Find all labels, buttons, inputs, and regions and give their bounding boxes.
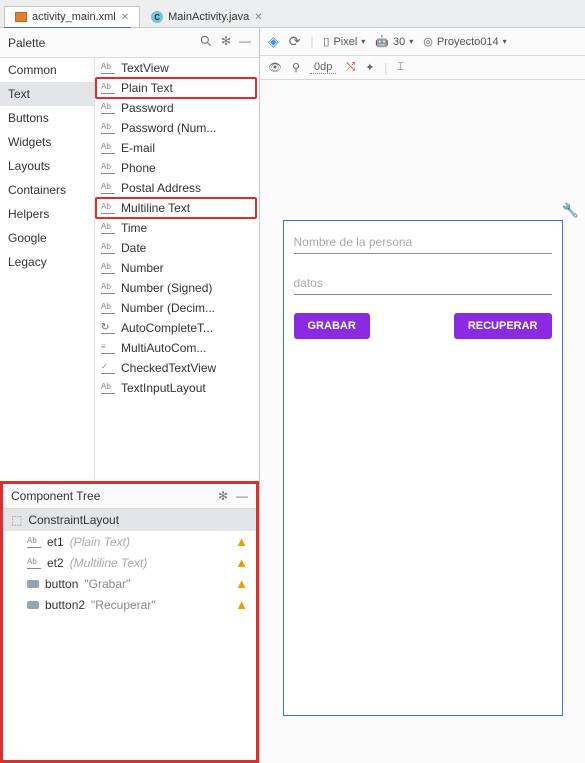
widget-list: AbTextView AbPlain Text AbPassword AbPas… <box>95 58 259 481</box>
category-layouts[interactable]: Layouts <box>0 154 94 178</box>
widget-postal[interactable]: AbPostal Address <box>95 178 259 198</box>
clear-constraints-icon[interactable]: ⤭ <box>346 61 355 74</box>
component-tree-header: Component Tree ✻ — <box>3 484 256 509</box>
preview-button-grabar[interactable]: GRABAR <box>294 313 370 339</box>
preview-button-recuperar[interactable]: RECUPERAR <box>454 313 552 339</box>
category-list: Common Text Buttons Widgets Layouts Cont… <box>0 58 95 481</box>
tree-root[interactable]: ⬚ ConstraintLayout <box>3 509 256 531</box>
widget-textview[interactable]: AbTextView <box>95 58 259 78</box>
api-selector[interactable]: 🤖 30 ▾ <box>375 35 413 48</box>
category-buttons[interactable]: Buttons <box>0 106 94 130</box>
design-toolbar2: 👁 ⚲ 0dp ⤭ ✦ | ⌶ <box>260 56 585 80</box>
tab-xml[interactable]: activity_main.xml ✕ <box>4 6 140 27</box>
widget-multiline[interactable]: AbMultiline Text <box>95 197 257 219</box>
eye-icon[interactable]: 👁 <box>268 61 282 74</box>
canvas[interactable]: 🔧 Nombre de la persona datos GRABAR RECU… <box>260 80 585 763</box>
preview-field-datos[interactable]: datos <box>294 272 552 295</box>
widget-date[interactable]: AbDate <box>95 238 259 258</box>
tab-xml-label: activity_main.xml <box>32 11 116 23</box>
button-icon <box>27 601 39 609</box>
layout-icon: ⬚ <box>11 513 22 527</box>
orientation-icon[interactable]: ⟳ <box>289 33 301 50</box>
close-icon[interactable]: ✕ <box>254 12 262 23</box>
category-common[interactable]: Common <box>0 58 94 82</box>
chevron-down-icon: ▾ <box>503 37 507 46</box>
left-panel: Palette ✻ — Common Text Buttons Widgets … <box>0 28 260 763</box>
category-text[interactable]: Text <box>0 82 94 106</box>
widget-email[interactable]: AbE-mail <box>95 138 259 158</box>
widget-password-num[interactable]: AbPassword (Num... <box>95 118 259 138</box>
magnet-icon[interactable]: ⚲ <box>292 61 300 74</box>
chevron-down-icon: ▾ <box>361 37 365 46</box>
minimize-icon[interactable]: — <box>236 489 248 503</box>
file-tabs: activity_main.xml ✕ C MainActivity.java … <box>0 0 585 28</box>
widget-multiauto[interactable]: ≡MultiAutoCom... <box>95 338 259 358</box>
palette-title: Palette <box>8 36 45 50</box>
android-icon: 🤖 <box>375 35 389 48</box>
chevron-down-icon: ▾ <box>409 37 413 46</box>
palette-header: Palette ✻ — <box>0 28 259 58</box>
search-icon[interactable] <box>199 34 213 51</box>
widget-time[interactable]: AbTime <box>95 218 259 238</box>
widget-password[interactable]: AbPassword <box>95 98 259 118</box>
default-margins[interactable]: 0dp <box>310 61 336 74</box>
category-legacy[interactable]: Legacy <box>0 250 94 274</box>
tree-item-button[interactable]: button "Grabar" ▲ <box>3 573 256 594</box>
close-icon[interactable]: ✕ <box>121 12 129 23</box>
widget-phone[interactable]: AbPhone <box>95 158 259 178</box>
phone-icon: ▯ <box>323 35 329 48</box>
tree-item-button2[interactable]: button2 "Recuperar" ▲ <box>3 594 256 615</box>
java-icon: C <box>151 11 163 23</box>
widget-autocomplete[interactable]: AutoCompleteT... <box>95 318 259 338</box>
widget-textinputlayout[interactable]: AbTextInputLayout <box>95 378 259 398</box>
widget-plaintext[interactable]: AbPlain Text <box>95 77 257 99</box>
xml-icon <box>15 12 27 22</box>
warning-icon: ▲ <box>235 597 248 612</box>
theme-selector[interactable]: ◎ Proyecto014 ▾ <box>423 35 506 48</box>
design-toolbar: ◈ ⟳ | ▯ Pixel ▾ 🤖 30 ▾ ◎ Proyecto014 ▾ <box>260 28 585 56</box>
theme-icon: ◎ <box>423 35 433 48</box>
wrench-icon[interactable]: 🔧 <box>562 202 579 219</box>
widget-number[interactable]: AbNumber <box>95 258 259 278</box>
design-mode-icon[interactable]: ◈ <box>268 33 279 50</box>
widget-number-decim[interactable]: AbNumber (Decim... <box>95 298 259 318</box>
tree-item-et1[interactable]: Ab et1 (Plain Text) ▲ <box>3 531 256 552</box>
tab-java-label: MainActivity.java <box>168 11 249 23</box>
design-surface: ◈ ⟳ | ▯ Pixel ▾ 🤖 30 ▾ ◎ Proyecto014 ▾ 👁… <box>260 28 585 763</box>
infer-constraints-icon[interactable]: ✦ <box>365 61 374 74</box>
button-icon <box>27 580 39 588</box>
category-helpers[interactable]: Helpers <box>0 202 94 226</box>
widget-checkedtext[interactable]: ✓CheckedTextView <box>95 358 259 378</box>
warning-icon: ▲ <box>235 576 248 591</box>
tree-item-et2[interactable]: Ab et2 (Multiline Text) ▲ <box>3 552 256 573</box>
warning-icon: ▲ <box>235 555 248 570</box>
tab-java[interactable]: C MainActivity.java ✕ <box>140 6 274 27</box>
widget-number-signed[interactable]: AbNumber (Signed) <box>95 278 259 298</box>
category-containers[interactable]: Containers <box>0 178 94 202</box>
minimize-icon[interactable]: — <box>239 34 251 51</box>
gear-icon[interactable]: ✻ <box>218 489 228 503</box>
component-tree: Component Tree ✻ — ⬚ ConstraintLayout Ab… <box>0 481 259 763</box>
preview-field-nombre[interactable]: Nombre de la persona <box>294 231 552 254</box>
device-selector[interactable]: ▯ Pixel ▾ <box>323 35 365 48</box>
gear-icon[interactable]: ✻ <box>221 34 231 51</box>
category-google[interactable]: Google <box>0 226 94 250</box>
guidelines-icon[interactable]: ⌶ <box>397 61 404 74</box>
component-tree-title: Component Tree <box>11 489 100 503</box>
phone-preview[interactable]: Nombre de la persona datos GRABAR RECUPE… <box>283 220 563 716</box>
category-widgets[interactable]: Widgets <box>0 130 94 154</box>
warning-icon: ▲ <box>235 534 248 549</box>
